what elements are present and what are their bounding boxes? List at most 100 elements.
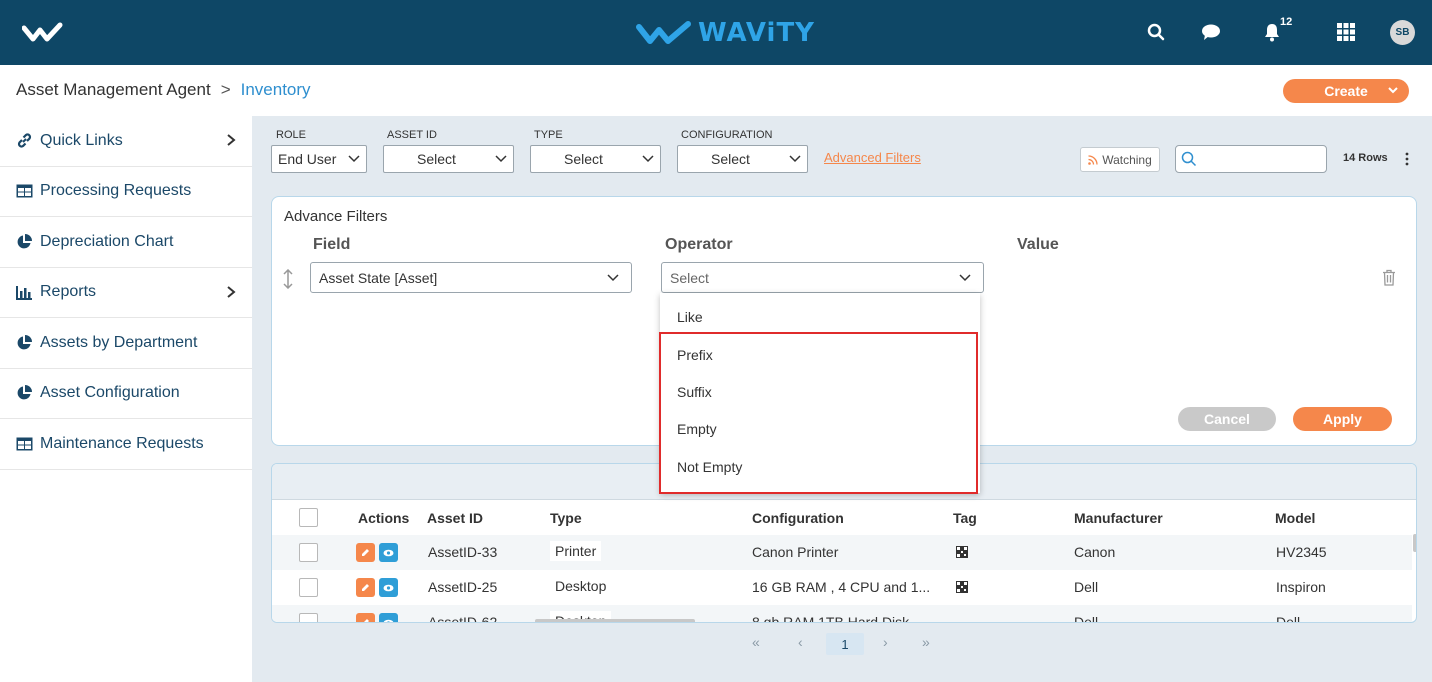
chevron-down-icon	[342, 155, 366, 163]
operator-option-not-empty[interactable]: Not Empty	[677, 459, 742, 475]
row-checkbox[interactable]	[299, 578, 318, 597]
column-header-type[interactable]: Type	[550, 510, 582, 526]
chevron-down-icon	[636, 155, 660, 163]
watching-button[interactable]: Watching	[1080, 147, 1160, 172]
role-select[interactable]: End User	[271, 145, 367, 173]
cell-asset-id[interactable]: AssetID-25	[428, 579, 497, 595]
select-all-checkbox[interactable]	[299, 508, 318, 527]
cell-model: Dell	[1276, 614, 1301, 623]
sidebar-item-label: Depreciation Chart	[40, 232, 174, 250]
configuration-select-value: Select	[711, 151, 750, 167]
operator-option-empty[interactable]: Empty	[677, 421, 717, 437]
advanced-filters-link[interactable]: Advanced Filters	[824, 150, 921, 165]
sidebar-item-asset-configuration[interactable]: Asset Configuration	[0, 369, 252, 419]
column-header-actions: Actions	[358, 510, 410, 526]
breadcrumb-parent[interactable]: Asset Management Agent	[16, 80, 211, 100]
column-header-asset-id[interactable]: Asset ID	[427, 510, 483, 526]
cell-configuration: 16 GB RAM , 4 CPU and 1...	[752, 579, 931, 595]
wavity-logo-icon[interactable]	[22, 22, 64, 44]
row-checkbox[interactable]	[299, 543, 318, 562]
asset-id-select-value: Select	[417, 151, 456, 167]
sidebar-item-assets-by-department[interactable]: Assets by Department	[0, 318, 252, 369]
operator-select[interactable]: Select	[661, 262, 984, 293]
value-column-header: Value	[1017, 236, 1059, 253]
field-column-header: Field	[313, 236, 351, 253]
last-page-button[interactable]: »	[922, 634, 930, 650]
avatar[interactable]: SB	[1390, 20, 1415, 45]
link-icon	[15, 132, 33, 150]
first-page-button[interactable]: «	[752, 634, 760, 650]
breadcrumb-bar: Asset Management Agent > Inventory Creat…	[0, 65, 1432, 116]
asset-id-select[interactable]: Select	[383, 145, 514, 173]
operator-option-like[interactable]: Like	[677, 309, 703, 325]
chat-icon[interactable]	[1199, 20, 1223, 44]
sidebar: Quick Links Processing Requests Deprecia…	[0, 116, 252, 682]
chevron-right-icon	[227, 285, 236, 298]
column-header-model[interactable]: Model	[1275, 510, 1315, 526]
breadcrumb-current[interactable]: Inventory	[241, 80, 311, 100]
field-select[interactable]: Asset State [Asset]	[310, 262, 632, 293]
sidebar-item-label: Maintenance Requests	[40, 434, 204, 452]
apps-grid-icon[interactable]	[1334, 20, 1358, 44]
type-select[interactable]: Select	[530, 145, 661, 173]
asset-id-filter-label: ASSET ID	[387, 129, 437, 141]
edit-icon[interactable]	[356, 578, 375, 597]
create-button[interactable]: Create	[1283, 79, 1409, 103]
rss-icon	[1088, 154, 1098, 165]
brand-logo: WAViTY	[636, 16, 815, 50]
edit-icon[interactable]	[356, 543, 375, 562]
operator-select-value: Select	[670, 269, 709, 286]
pie-chart-icon	[15, 334, 33, 352]
operator-option-suffix[interactable]: Suffix	[677, 384, 712, 400]
table-row[interactable]: AssetID-33 Printer Canon Printer Canon H…	[272, 535, 1412, 570]
qr-code-icon[interactable]	[956, 546, 968, 558]
configuration-select[interactable]: Select	[677, 145, 808, 173]
table-row[interactable]: AssetID-25 Desktop 16 GB RAM , 4 CPU and…	[272, 570, 1412, 605]
cancel-button[interactable]: Cancel	[1178, 407, 1276, 431]
search-icon[interactable]	[1144, 20, 1168, 44]
chevron-down-icon[interactable]	[1387, 84, 1399, 96]
search-input[interactable]	[1200, 149, 1320, 169]
edit-icon[interactable]	[356, 613, 375, 622]
notification-count: 12	[1280, 16, 1293, 28]
view-icon[interactable]	[379, 613, 398, 622]
prev-page-button[interactable]: ‹	[798, 634, 803, 650]
drag-handle-icon[interactable]	[282, 269, 294, 289]
more-vertical-icon[interactable]	[1403, 150, 1411, 168]
operator-option-prefix[interactable]: Prefix	[677, 347, 713, 363]
next-page-button[interactable]: ›	[883, 634, 888, 650]
row-checkbox[interactable]	[299, 613, 318, 622]
sidebar-item-reports[interactable]: Reports	[0, 268, 252, 318]
apply-button[interactable]: Apply	[1293, 407, 1392, 431]
trash-icon[interactable]	[1382, 269, 1396, 286]
column-header-manufacturer[interactable]: Manufacturer	[1074, 510, 1163, 526]
sidebar-item-depreciation-chart[interactable]: Depreciation Chart	[0, 217, 252, 268]
cell-model: HV2345	[1276, 544, 1327, 560]
column-header-tag[interactable]: Tag	[953, 510, 977, 526]
pie-chart-icon	[15, 384, 33, 402]
cell-asset-id[interactable]: AssetID-62	[428, 614, 497, 622]
view-icon[interactable]	[379, 578, 398, 597]
search-field[interactable]	[1175, 145, 1327, 173]
chevron-down-icon	[607, 274, 619, 282]
sidebar-item-processing-requests[interactable]: Processing Requests	[0, 167, 252, 217]
cell-type: Desktop	[550, 576, 612, 596]
current-page[interactable]: 1	[826, 633, 864, 655]
cell-manufacturer: Dell	[1074, 579, 1099, 595]
configuration-filter-label: CONFIGURATION	[681, 129, 773, 141]
vertical-scrollbar[interactable]	[1413, 534, 1416, 552]
table-icon	[15, 182, 33, 200]
cell-configuration: 8 gb RAM 1TB Hard Disk	[752, 614, 910, 623]
horizontal-scrollbar[interactable]	[535, 619, 695, 622]
sidebar-item-maintenance-requests[interactable]: Maintenance Requests	[0, 419, 252, 470]
view-icon[interactable]	[379, 543, 398, 562]
table-header: Actions Asset ID Type Configuration Tag …	[272, 500, 1416, 535]
cell-asset-id[interactable]: AssetID-33	[428, 544, 497, 560]
column-header-configuration[interactable]: Configuration	[752, 510, 844, 526]
table-icon	[15, 435, 33, 453]
sidebar-item-quick-links[interactable]: Quick Links	[0, 116, 252, 167]
cell-configuration: Canon Printer	[752, 544, 839, 560]
table-row[interactable]: AssetID-62 Desktop 8 gb RAM 1TB Hard Dis…	[272, 605, 1412, 623]
qr-code-icon[interactable]	[956, 581, 968, 593]
chevron-right-icon	[227, 134, 236, 146]
